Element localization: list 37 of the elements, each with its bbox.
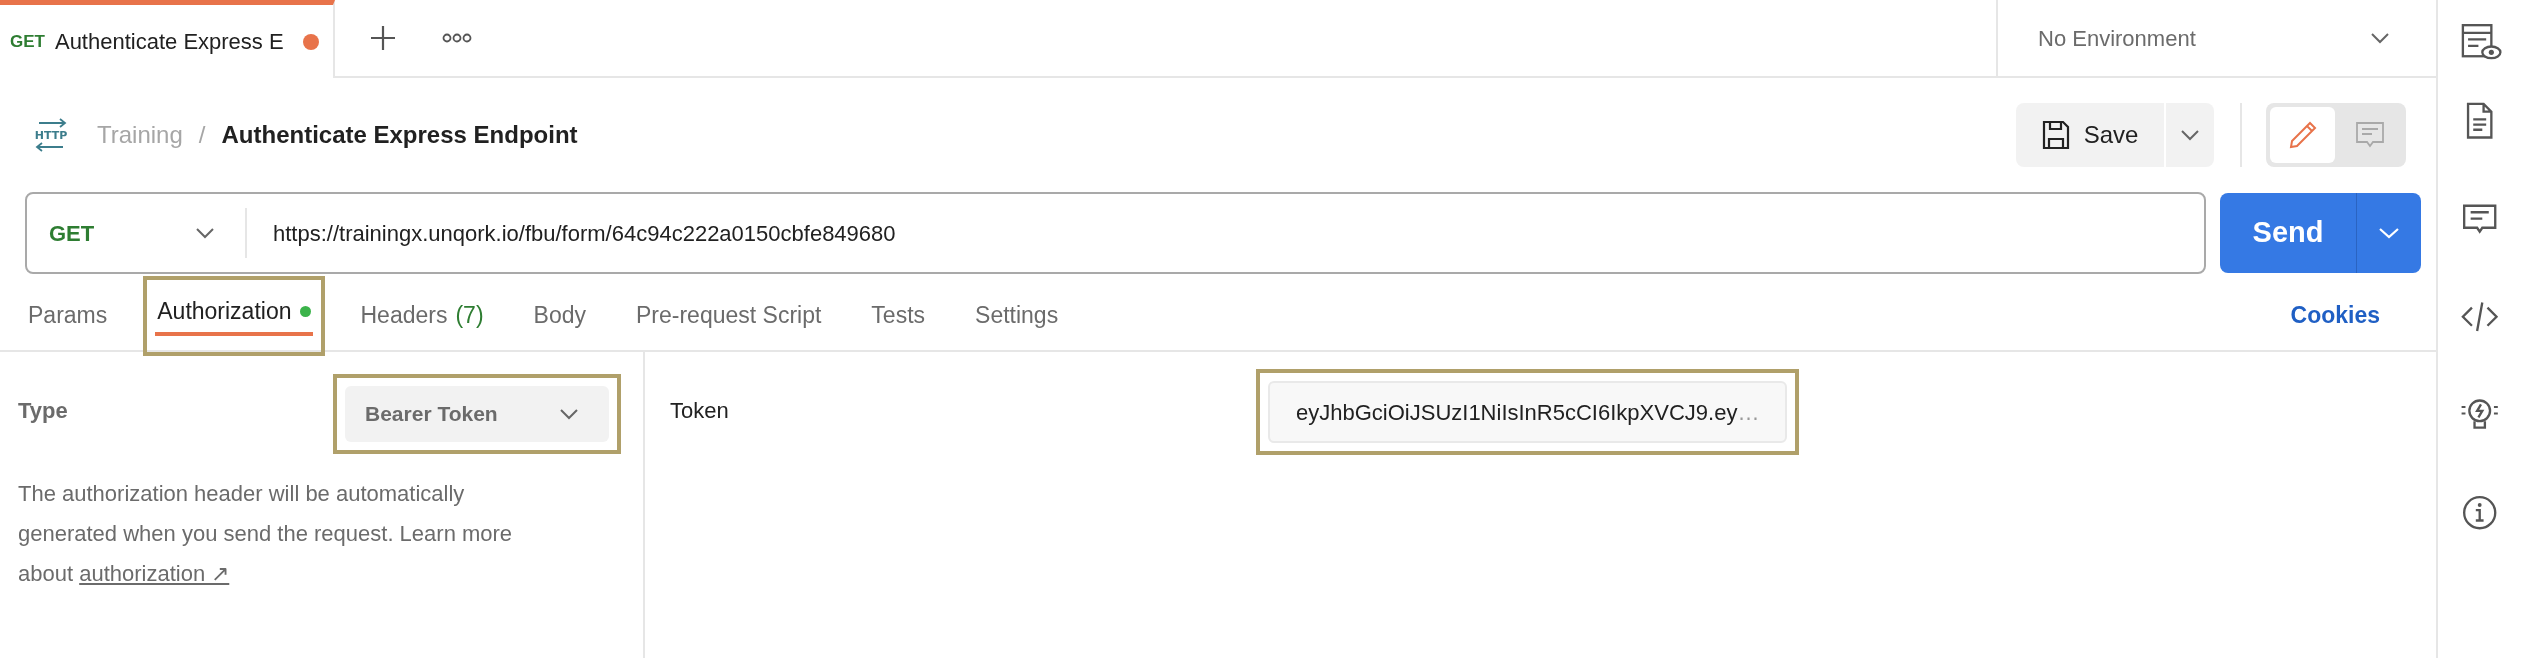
tab[interactable]: Tests xyxy=(869,284,928,340)
token-field[interactable]: eyJhbGciOiJSUzI1NiIsInR5cCI6IkpXVCJ9.ey… xyxy=(1268,381,1788,443)
save-icon xyxy=(2041,120,2070,150)
method-label: GET xyxy=(10,30,45,53)
tab[interactable]: Settings xyxy=(973,284,1061,340)
chevron-down-icon xyxy=(2378,227,2400,239)
cookies-link[interactable]: Cookies xyxy=(2290,297,2380,332)
environment-label: No Environment xyxy=(2038,24,2196,53)
header-count: (7) xyxy=(455,300,484,330)
edit-mode-button[interactable] xyxy=(2270,107,2335,163)
chevron-down-icon xyxy=(2370,32,2390,44)
environment-dropdown[interactable]: No Environment xyxy=(1996,0,2436,76)
authorization-link[interactable]: authorization ↗ xyxy=(79,561,230,586)
method-dropdown[interactable]: GET xyxy=(27,208,247,258)
tab[interactable]: Params xyxy=(26,284,110,340)
tab[interactable]: Authorization xyxy=(155,280,313,336)
token-label: Token xyxy=(670,397,730,425)
request-title: Authenticate Express Endpoint xyxy=(221,120,578,150)
type-dropdown[interactable]: Bearer Token xyxy=(345,386,609,442)
tab-title: Authenticate Express E xyxy=(54,28,285,56)
url-text: https://trainingx.unqork.io/fbu/form/64c94c222a0150cbfe849680 xyxy=(273,219,896,248)
chevron-down-icon xyxy=(559,408,579,420)
tab[interactable]: Pre-request Script xyxy=(634,284,824,340)
pencil-icon xyxy=(2287,120,2318,150)
chevron-down-icon xyxy=(195,227,215,239)
tab[interactable]: Body xyxy=(531,284,588,340)
tab[interactable]: Headers (7) xyxy=(358,284,486,340)
auth-description: The authorization header will be automatically generated when you send the request. Learn more about authorization ↗ xyxy=(18,480,514,588)
plus-icon xyxy=(369,24,397,52)
comment-icon xyxy=(2354,120,2385,150)
chevron-down-icon xyxy=(2180,129,2200,141)
save-button[interactable]: Save xyxy=(2016,103,2164,167)
breadcrumb-separator: / xyxy=(198,120,206,150)
url-field[interactable]: GET https://trainingx.unqork.io/fbu/form/64c94c222a0150cbfe849680 xyxy=(25,192,2206,274)
more-icon xyxy=(442,33,472,43)
type-label: Type xyxy=(18,397,68,425)
request-tab[interactable]: GET Authenticate Express E xyxy=(0,0,335,78)
